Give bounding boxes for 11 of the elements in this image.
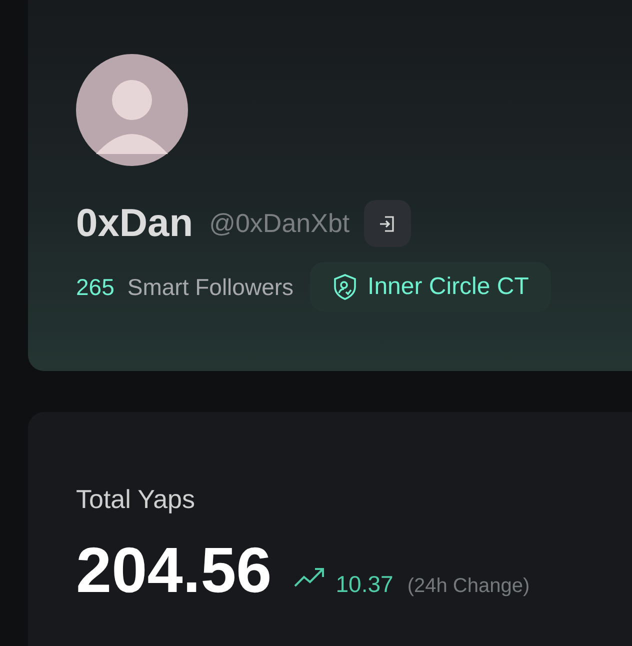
change-value: 10.37 xyxy=(336,571,394,598)
total-yaps-label: Total Yaps xyxy=(76,484,196,515)
badge-label: Inner Circle CT xyxy=(368,273,529,301)
user-handle: @0xDanXbt xyxy=(209,208,350,239)
change-period: (24h Change) xyxy=(407,575,530,598)
login-button[interactable] xyxy=(364,200,411,247)
total-yaps-value: 204.56 xyxy=(76,533,272,607)
followers-label: Smart Followers xyxy=(127,274,294,300)
display-name: 0xDan xyxy=(76,202,194,246)
followers-count: 265 xyxy=(76,274,114,300)
shield-user-icon xyxy=(332,273,358,301)
